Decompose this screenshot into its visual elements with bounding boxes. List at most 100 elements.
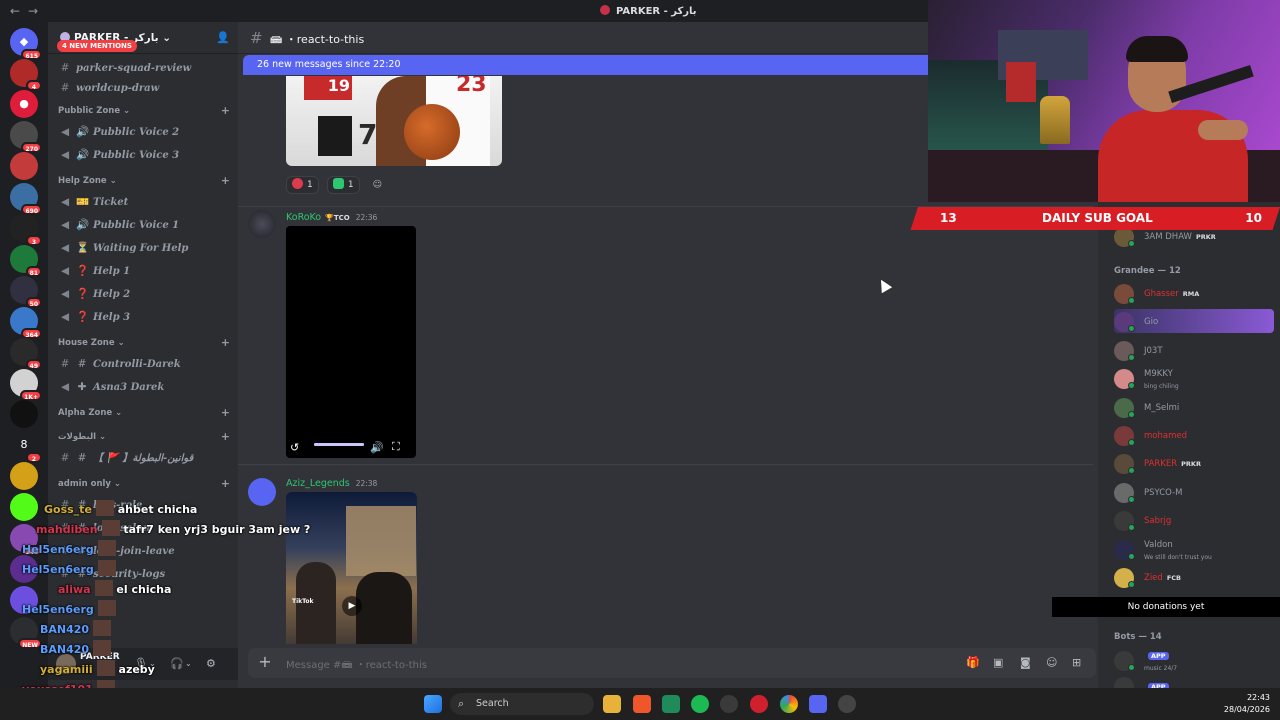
member-item[interactable]: PARKER PRKR <box>1114 451 1274 475</box>
member-item[interactable]: Sabrjg <box>1114 508 1274 532</box>
add-reaction-icon[interactable]: ☺ <box>368 177 387 195</box>
add-channel-icon[interactable]: + <box>221 406 230 420</box>
new-mentions-badge[interactable]: 4 NEW MENTIONS <box>57 40 137 52</box>
member-name: Ghasser RMA <box>1144 289 1200 299</box>
status-indicator <box>1128 297 1135 304</box>
fullscreen-icon[interactable]: ⛶ <box>392 440 400 454</box>
channel-item[interactable]: ◀ ❓ Help 1 <box>58 261 230 281</box>
video-progress[interactable] <box>314 443 364 446</box>
brave-browser-icon[interactable] <box>633 695 651 713</box>
file-explorer-icon[interactable] <box>603 695 621 713</box>
server-icon[interactable]: ● <box>10 90 38 118</box>
message-composer[interactable]: + Message #📾 ・react-to-this 🎁 ▣ ◙ ☺ ⊞ <box>248 648 1096 678</box>
server-icon[interactable]: 50 <box>10 276 42 308</box>
discord-icon[interactable] <box>809 695 827 713</box>
taskbar-search[interactable]: ⌕ Search <box>450 693 594 715</box>
volume-icon[interactable]: 🔊 <box>370 441 384 454</box>
gif-icon[interactable]: ▣ <box>993 656 1003 669</box>
app-icon[interactable] <box>662 695 680 713</box>
channel-item[interactable]: ◀ 🔊 Pubblic Voice 3 <box>58 145 230 165</box>
member-item[interactable]: M_Selmi <box>1114 395 1274 419</box>
replay-icon[interactable]: ↺ <box>290 441 299 454</box>
server-icon[interactable]: 364 <box>10 307 42 339</box>
attachment-video-thumbnail[interactable]: TikTok ▶ <box>286 492 417 644</box>
add-channel-icon[interactable]: + <box>221 336 230 350</box>
opera-icon[interactable] <box>750 695 768 713</box>
server-icon[interactable] <box>10 462 38 490</box>
member-item[interactable]: J03T <box>1114 338 1274 362</box>
reaction-check[interactable]: 1 <box>326 176 360 194</box>
channel-category[interactable]: Alpha Zone ⌄ + <box>58 406 230 420</box>
message-author[interactable]: KoRoKo 🏆TCO 22:36 <box>286 212 377 223</box>
app-icon[interactable] <box>838 695 856 713</box>
member-item[interactable]: Gio <box>1114 309 1274 334</box>
server-icon[interactable]: ◆ 615 <box>10 28 42 60</box>
server-icon[interactable]: 49 <box>10 338 42 370</box>
channel-item[interactable]: ◀ ✚ Asna3 Darek <box>58 377 230 397</box>
server-icon[interactable]: 690 <box>10 183 42 215</box>
apps-icon[interactable]: ⊞ <box>1072 656 1081 669</box>
question-icon: ❓ <box>76 311 90 323</box>
gift-icon[interactable]: 🎁 <box>966 656 980 669</box>
play-icon[interactable]: ▶ <box>342 596 362 616</box>
server-icon[interactable] <box>10 152 38 180</box>
channel-category[interactable]: admin only ⌄ + <box>58 477 230 491</box>
stream-chat-message: mahdiben tafr7 ken yrj3 bguir 3am jew ? <box>36 520 310 536</box>
channel-name: Pubblic Voice 3 <box>93 150 180 161</box>
add-channel-icon[interactable]: + <box>221 477 230 491</box>
back-forward-icon[interactable]: ←→ <box>10 4 46 18</box>
channel-item[interactable]: # parker-squad-review <box>58 58 230 78</box>
app-icon[interactable] <box>720 695 738 713</box>
windows-start-icon[interactable] <box>424 695 442 713</box>
message-author[interactable]: Aziz_Legends 22:38 <box>286 478 377 489</box>
channel-item[interactable]: ◀ ❓ Help 2 <box>58 284 230 304</box>
member-item[interactable]: mohamed <box>1114 423 1274 447</box>
video-progress-fill <box>314 443 364 446</box>
video-player[interactable]: ↺ 🔊 ⛶ <box>286 226 416 458</box>
sticker-icon[interactable]: ◙ <box>1020 656 1031 669</box>
member-item[interactable]: Ghasser RMA <box>1114 281 1274 305</box>
channel-category[interactable]: البطولات ⌄ + <box>58 430 230 444</box>
server-icon[interactable]: 82 <box>10 431 42 463</box>
member-item[interactable]: M9KKY bing chiling <box>1114 366 1274 390</box>
bot-item[interactable]: APP music 24/7 <box>1114 648 1274 672</box>
member-item[interactable]: PSYCO-M <box>1114 480 1274 504</box>
add-channel-icon[interactable]: + <box>221 174 230 188</box>
server-icon[interactable]: 81 <box>10 245 42 277</box>
reaction-heart[interactable]: 1 <box>286 176 319 194</box>
status-indicator <box>1128 495 1135 503</box>
notification-badge: 81 <box>25 266 42 277</box>
server-icon[interactable]: 1K+ <box>10 369 42 401</box>
channel-category[interactable]: Pubblic Zone ⌄ + <box>58 104 230 118</box>
system-clock[interactable]: 22:43 28/04/2026 <box>1224 692 1270 716</box>
channel-category[interactable]: Help Zone ⌄ + <box>58 174 230 188</box>
chrome-icon[interactable] <box>780 695 798 713</box>
channel-item[interactable]: # worldcup-draw <box>58 78 230 98</box>
channel-category[interactable]: House Zone ⌄ + <box>58 336 230 350</box>
member-item[interactable]: Zied FCB <box>1114 565 1274 589</box>
attachment-image[interactable]: 19 74 23 <box>286 76 502 166</box>
avatar <box>97 560 116 576</box>
server-icon[interactable]: 270 <box>10 121 42 153</box>
server-icon[interactable]: 3 <box>10 214 42 246</box>
channel-item[interactable]: # # 【 🚩 】قوانين-البطولة <box>58 448 230 468</box>
channel-item[interactable]: ◀ ⏳ Waiting For Help <box>58 238 230 258</box>
channel-item[interactable]: ◀ 🔊 Pubblic Voice 1 <box>58 215 230 235</box>
channel-item[interactable]: # # Controlli-Darek <box>58 354 230 374</box>
server-icon[interactable] <box>10 400 38 428</box>
avatar[interactable] <box>248 210 276 238</box>
emoji-icon[interactable]: ☺ <box>1046 656 1057 669</box>
new-messages-bar[interactable]: 26 new messages since 22:20 <box>243 55 928 75</box>
add-channel-icon[interactable]: + <box>221 430 230 444</box>
channel-item[interactable]: ◀ 🔊 Pubblic Voice 2 <box>58 122 230 142</box>
member-item[interactable]: Valdon We still don't trust you <box>1114 537 1274 561</box>
chat-username: Hel5en6erg <box>22 603 94 616</box>
spotify-icon[interactable] <box>691 695 709 713</box>
server-icon[interactable]: 4 <box>10 59 42 91</box>
member-name: J03T <box>1144 345 1163 356</box>
add-channel-icon[interactable]: + <box>221 104 230 118</box>
channel-item[interactable]: ◀ 🎫 Ticket <box>58 192 230 212</box>
invite-people-icon[interactable]: 👤 <box>216 31 230 44</box>
channel-item[interactable]: ◀ ❓ Help 3 <box>58 307 230 327</box>
message-input[interactable]: Message #📾 ・react-to-this <box>286 656 427 675</box>
